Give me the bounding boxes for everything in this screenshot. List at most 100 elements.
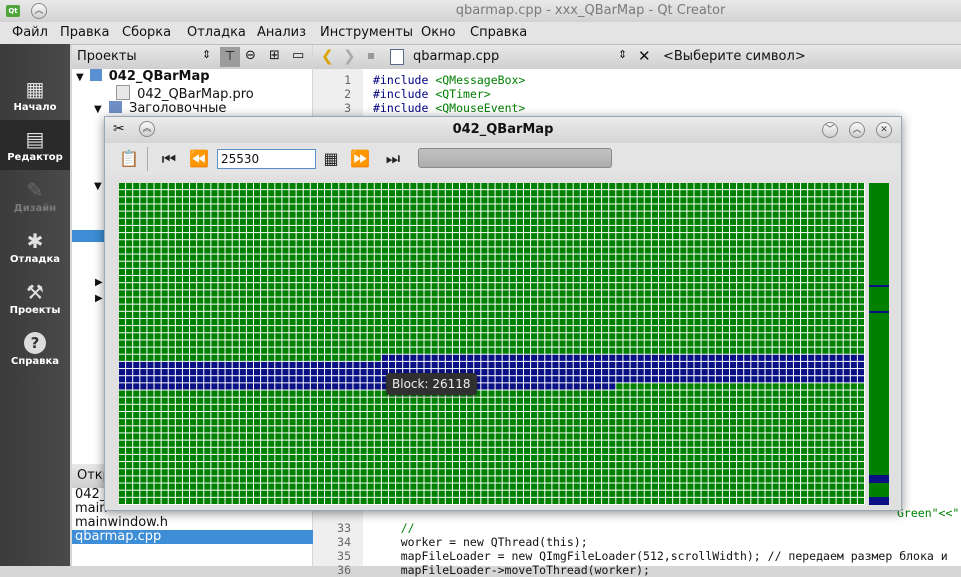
map-block[interactable]	[182, 340, 190, 347]
map-block-selected[interactable]	[623, 369, 630, 376]
map-block[interactable]	[246, 469, 253, 476]
map-block[interactable]	[488, 497, 495, 504]
map-block[interactable]	[644, 433, 651, 440]
map-block[interactable]	[161, 240, 168, 247]
map-block[interactable]	[566, 276, 573, 283]
map-block[interactable]	[261, 397, 268, 404]
map-block[interactable]	[786, 476, 793, 483]
map-block[interactable]	[175, 283, 182, 290]
map-block[interactable]	[332, 490, 339, 497]
map-block[interactable]	[261, 454, 268, 462]
map-block[interactable]	[218, 497, 225, 504]
map-block[interactable]	[133, 268, 140, 276]
map-block[interactable]	[161, 211, 168, 218]
map-block[interactable]	[253, 333, 261, 340]
map-block[interactable]	[168, 297, 175, 304]
map-block[interactable]	[765, 454, 772, 462]
map-block[interactable]	[175, 476, 182, 483]
map-block[interactable]	[502, 333, 509, 340]
map-block[interactable]	[630, 426, 637, 433]
map-block[interactable]	[410, 440, 417, 447]
map-block[interactable]	[431, 326, 438, 333]
map-block[interactable]	[119, 211, 126, 218]
map-block[interactable]	[190, 397, 197, 404]
map-block[interactable]	[651, 433, 658, 440]
map-block-selected[interactable]	[147, 376, 154, 383]
map-block[interactable]	[474, 197, 481, 204]
map-block[interactable]	[481, 225, 488, 233]
map-block[interactable]	[161, 426, 168, 433]
map-block-selected[interactable]	[836, 369, 843, 376]
map-block[interactable]	[744, 333, 751, 340]
map-block[interactable]	[275, 333, 282, 340]
map-block[interactable]	[580, 340, 587, 347]
map-block[interactable]	[396, 469, 403, 476]
map-block[interactable]	[147, 426, 154, 433]
map-block[interactable]	[516, 268, 523, 276]
map-block[interactable]	[701, 347, 708, 354]
map-block-selected[interactable]	[317, 369, 325, 376]
map-block[interactable]	[623, 204, 630, 211]
map-block[interactable]	[573, 397, 580, 404]
map-block[interactable]	[595, 311, 602, 318]
map-block[interactable]	[744, 411, 751, 419]
map-block[interactable]	[744, 261, 751, 268]
map-block[interactable]	[303, 247, 310, 254]
map-block[interactable]	[296, 462, 303, 469]
map-block[interactable]	[268, 397, 275, 404]
map-block-selected[interactable]	[538, 361, 545, 369]
map-block[interactable]	[850, 419, 857, 426]
map-block[interactable]	[730, 261, 737, 268]
map-block[interactable]	[850, 447, 857, 454]
map-block[interactable]	[523, 483, 531, 490]
map-block[interactable]	[651, 197, 658, 204]
map-block[interactable]	[481, 204, 488, 211]
map-block[interactable]	[211, 290, 218, 297]
map-block[interactable]	[808, 190, 815, 197]
map-block[interactable]	[502, 290, 509, 297]
map-block-selected[interactable]	[509, 369, 516, 376]
map-block[interactable]	[531, 276, 538, 283]
map-block[interactable]	[587, 283, 595, 290]
map-block-selected[interactable]	[651, 376, 658, 383]
map-block[interactable]	[431, 261, 438, 268]
map-block[interactable]	[190, 483, 197, 490]
map-block[interactable]	[452, 197, 460, 204]
map-block[interactable]	[673, 297, 680, 304]
map-block[interactable]	[460, 433, 467, 440]
map-block[interactable]	[474, 261, 481, 268]
map-block[interactable]	[786, 411, 793, 419]
map-block-selected[interactable]	[573, 369, 580, 376]
map-block[interactable]	[467, 304, 474, 311]
map-block[interactable]	[538, 233, 545, 240]
map-block[interactable]	[445, 440, 452, 447]
map-block[interactable]	[836, 426, 843, 433]
map-block[interactable]	[737, 304, 744, 311]
map-block[interactable]	[310, 240, 317, 247]
map-block[interactable]	[296, 211, 303, 218]
map-block[interactable]	[275, 497, 282, 504]
map-block[interactable]	[857, 283, 864, 290]
map-block[interactable]	[374, 433, 381, 440]
map-block[interactable]	[126, 390, 133, 397]
map-block[interactable]	[694, 476, 701, 483]
map-block[interactable]	[658, 190, 666, 197]
map-block[interactable]	[182, 469, 190, 476]
map-block[interactable]	[623, 211, 630, 218]
map-block-selected[interactable]	[410, 354, 417, 361]
map-block[interactable]	[232, 283, 239, 290]
map-block-selected[interactable]	[602, 354, 609, 361]
map-block[interactable]	[538, 326, 545, 333]
map-block[interactable]	[460, 333, 467, 340]
map-block[interactable]	[609, 183, 616, 190]
map-block-selected[interactable]	[154, 376, 161, 383]
map-block[interactable]	[445, 454, 452, 462]
map-block[interactable]	[353, 254, 360, 261]
map-block[interactable]	[246, 247, 253, 254]
map-block-selected[interactable]	[182, 383, 190, 390]
map-block[interactable]	[680, 218, 687, 225]
map-block[interactable]	[317, 268, 325, 276]
map-block[interactable]	[715, 333, 722, 340]
map-block[interactable]	[516, 247, 523, 254]
map-block[interactable]	[829, 333, 836, 340]
